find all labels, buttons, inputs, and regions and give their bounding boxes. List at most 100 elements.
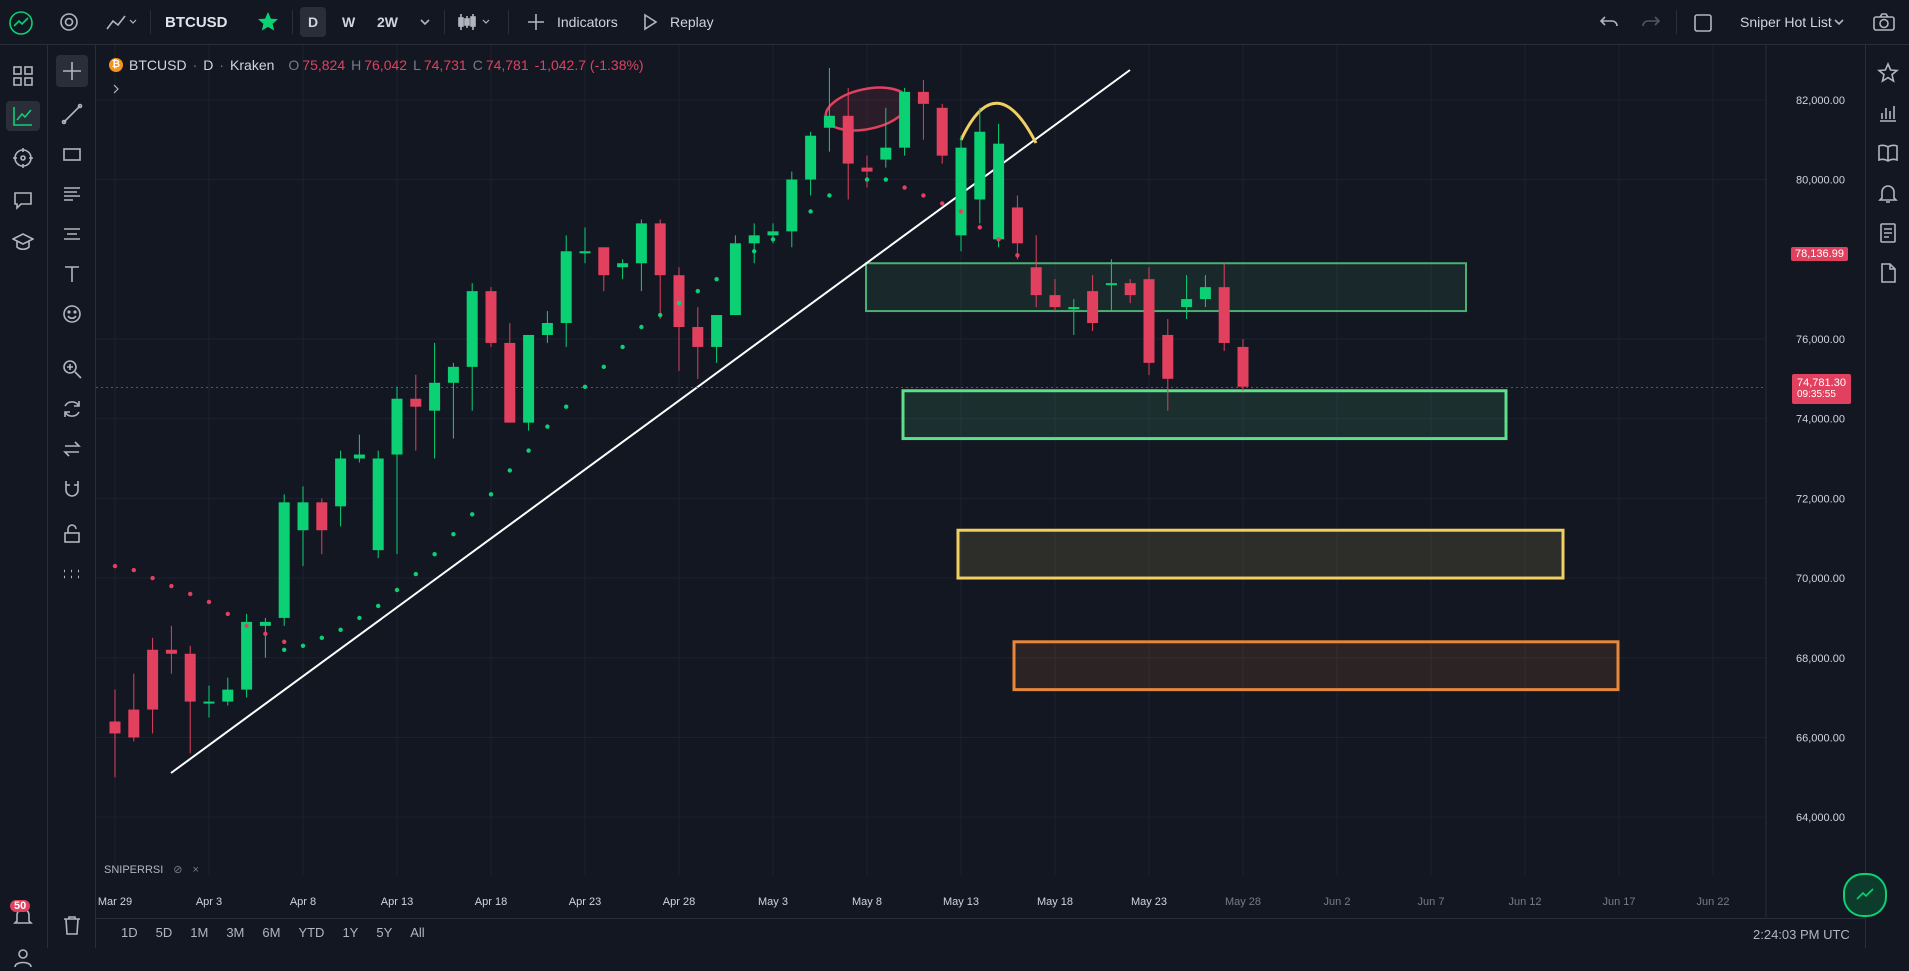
redo-icon[interactable] xyxy=(1640,12,1662,32)
candle-body xyxy=(579,251,591,254)
symbol-search[interactable]: BTCUSD xyxy=(165,0,228,44)
range-all-button[interactable]: All xyxy=(401,925,433,940)
clock[interactable]: 2:24:03 PM UTC xyxy=(1753,927,1850,942)
current-price-tag: 74,781.30 09:35:55 xyxy=(1792,374,1851,404)
x-tick-label: Apr 23 xyxy=(569,896,601,908)
trash-icon[interactable] xyxy=(60,913,84,937)
text-icon[interactable] xyxy=(60,262,84,286)
divider xyxy=(444,10,445,34)
replay-button[interactable]: Replay xyxy=(670,0,714,44)
alert-icon[interactable] xyxy=(1876,181,1900,205)
candle-body xyxy=(447,366,459,383)
crosshair-target-icon[interactable] xyxy=(10,145,36,171)
range-5d-button[interactable]: 5D xyxy=(147,925,182,940)
open-label: O xyxy=(288,57,300,73)
replay-icon[interactable] xyxy=(640,12,660,32)
candle-body xyxy=(184,653,196,702)
file-icon[interactable] xyxy=(1876,261,1900,285)
candle-body xyxy=(1049,295,1061,308)
chart-type-icon[interactable] xyxy=(104,11,138,33)
symbol-legend[interactable]: ₿ BTCUSD · D · Kraken O 75,824 H 76,042 … xyxy=(109,57,644,73)
more-icon[interactable] xyxy=(60,562,84,586)
candle-body xyxy=(1143,279,1155,363)
lock-icon[interactable] xyxy=(60,522,84,546)
chevron-down-icon[interactable] xyxy=(1832,15,1846,29)
magnet-icon[interactable] xyxy=(60,477,84,501)
zoom-in-icon[interactable] xyxy=(60,357,84,381)
y-tick-label: 82,000.00 xyxy=(1796,95,1845,107)
floating-logo-icon[interactable] xyxy=(1843,873,1887,917)
sync-icon[interactable] xyxy=(60,437,84,461)
chevron-down-icon[interactable] xyxy=(418,15,432,29)
price-chart[interactable]: 82,000.00 80,000.00 76,000.00 74,000.00 72,0… xyxy=(96,45,1887,917)
interval-w-button[interactable]: W xyxy=(342,0,355,44)
range-1d-button[interactable]: 1D xyxy=(112,925,147,940)
y-tick-label: 70,000.00 xyxy=(1796,573,1845,585)
sar-dot xyxy=(526,448,531,453)
eye-off-icon[interactable]: ⊘ xyxy=(173,863,182,876)
close-label: C xyxy=(472,57,483,73)
interval-d-button[interactable]: D xyxy=(300,7,326,37)
camera-icon[interactable] xyxy=(1872,11,1896,33)
education-icon[interactable] xyxy=(10,229,36,255)
watchlist-button[interactable]: Sniper Hot List xyxy=(1740,0,1832,44)
range-5y-button[interactable]: 5Y xyxy=(367,925,401,940)
x-tick-label: Jun 7 xyxy=(1418,896,1445,908)
highlight-ellipse xyxy=(824,86,910,132)
notes-icon[interactable] xyxy=(1876,221,1900,245)
book-icon[interactable] xyxy=(1876,141,1900,165)
candle-body xyxy=(955,147,967,236)
refresh-icon[interactable] xyxy=(60,397,84,421)
candle-body xyxy=(297,502,309,531)
fullscreen-icon[interactable] xyxy=(1693,13,1713,33)
x-tick-label: May 8 xyxy=(852,896,882,908)
sar-dot xyxy=(188,591,193,597)
candle-body xyxy=(147,649,159,710)
emoji-icon[interactable] xyxy=(60,302,84,326)
user-icon[interactable] xyxy=(10,945,36,971)
indicators-button[interactable]: Indicators xyxy=(557,0,618,44)
sar-dot xyxy=(676,300,682,306)
x-tick-label: Jun 17 xyxy=(1602,896,1635,908)
fib-icon[interactable] xyxy=(60,182,84,206)
pattern-icon[interactable] xyxy=(60,222,84,246)
divider xyxy=(1676,10,1677,34)
sar-dot xyxy=(883,177,888,182)
chat-icon[interactable] xyxy=(10,187,36,213)
candle-body xyxy=(1218,287,1230,343)
range-3m-button[interactable]: 3M xyxy=(217,925,253,940)
range-1y-button[interactable]: 1Y xyxy=(333,925,367,940)
chart-icon[interactable] xyxy=(6,101,40,131)
y-tick-label: 66,000.00 xyxy=(1796,732,1845,744)
candle-body xyxy=(1199,287,1211,300)
trendline-icon[interactable] xyxy=(60,102,84,126)
sar-dot xyxy=(639,324,644,330)
star-icon[interactable] xyxy=(258,12,278,32)
chevron-right-icon[interactable] xyxy=(110,83,122,95)
range-6m-button[interactable]: 6M xyxy=(253,925,289,940)
rectangle-icon[interactable] xyxy=(60,142,84,166)
sar-dot xyxy=(770,237,776,242)
range-1m-button[interactable]: 1M xyxy=(181,925,217,940)
layouts-icon[interactable] xyxy=(10,63,36,89)
candle-body xyxy=(560,251,572,324)
candle-body xyxy=(823,115,835,128)
star-outline-icon[interactable] xyxy=(1876,61,1900,85)
close-icon[interactable]: × xyxy=(193,864,199,876)
interval-2w-button[interactable]: 2W xyxy=(377,0,398,44)
y-tick-label: 64,000.00 xyxy=(1796,812,1845,824)
candle-body xyxy=(1237,346,1249,387)
candles-icon[interactable] xyxy=(456,11,494,33)
candle-body xyxy=(541,323,553,335)
logo-icon[interactable] xyxy=(8,10,34,36)
settings-icon[interactable] xyxy=(58,11,80,33)
undo-icon[interactable] xyxy=(1598,12,1620,32)
sar-dot xyxy=(357,615,362,621)
indicator-pane-label[interactable]: SNIPERRSI ⊘ × xyxy=(104,863,199,877)
sar-dot xyxy=(1015,253,1020,258)
crosshair-icon[interactable] xyxy=(56,55,88,87)
data-window-icon[interactable] xyxy=(1876,101,1900,125)
plus-icon[interactable] xyxy=(526,12,546,32)
range-ytd-button[interactable]: YTD xyxy=(289,925,333,940)
candle-body xyxy=(259,621,271,626)
